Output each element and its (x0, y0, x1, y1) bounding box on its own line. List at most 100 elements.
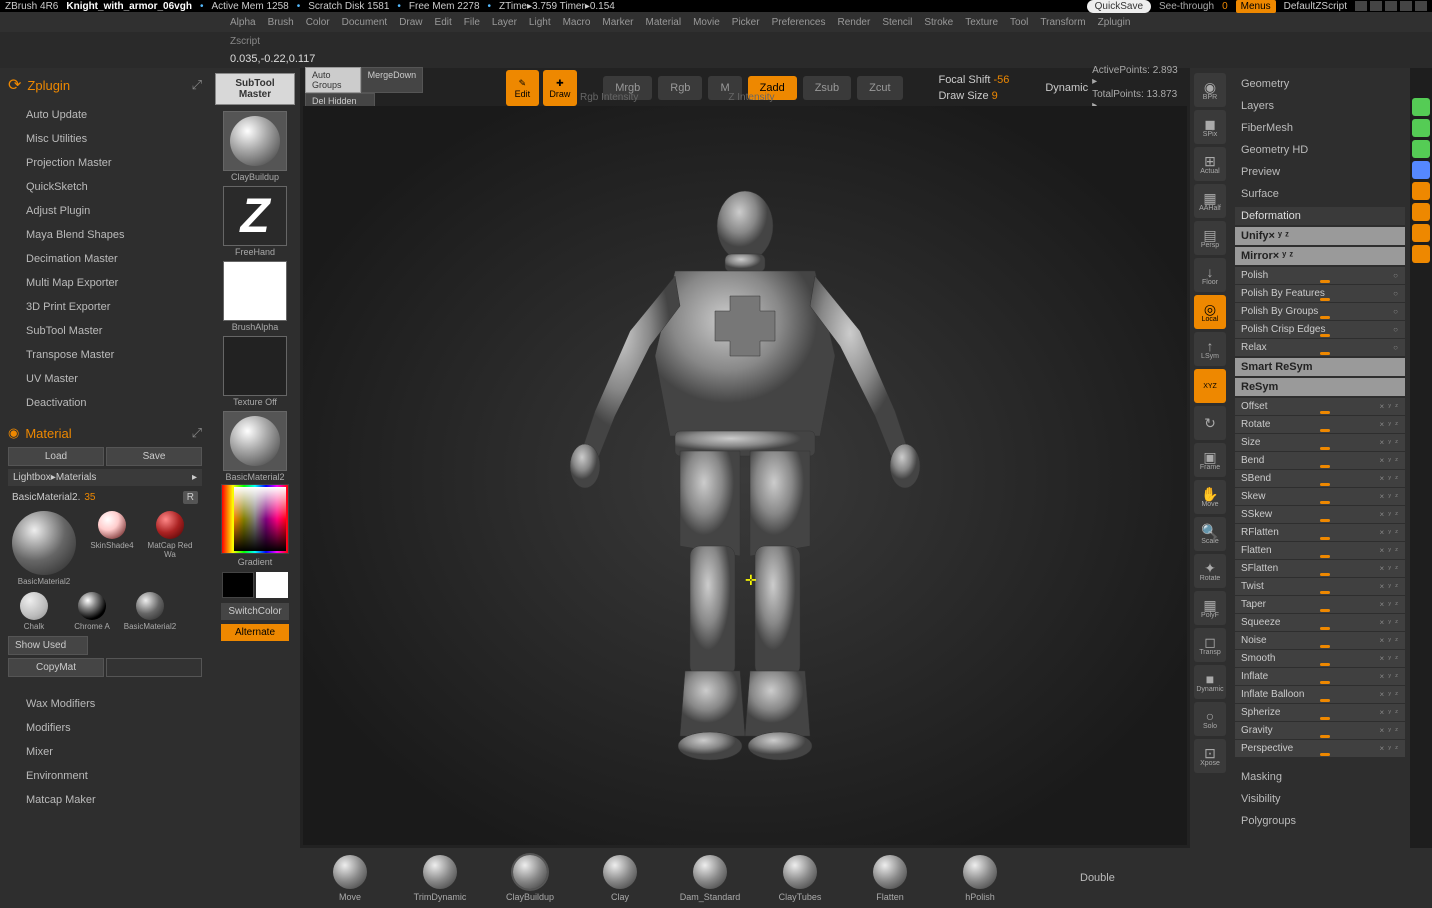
material-sphere[interactable]: BasicMaterial2 (8, 511, 80, 586)
plugin-item[interactable]: Misc Utilities (8, 127, 202, 151)
switch-color-button[interactable]: SwitchColor (221, 603, 289, 620)
plugin-item[interactable]: UV Master (8, 367, 202, 391)
panel-visibility[interactable]: Visibility (1235, 788, 1405, 810)
material-sphere[interactable]: BasicMaterial2 (124, 592, 176, 631)
panel-preview[interactable]: Preview (1235, 161, 1405, 183)
smart-resym-button[interactable]: Smart ReSym (1235, 358, 1405, 376)
view-spix[interactable]: ◼SPix (1194, 110, 1226, 144)
slider-sflatten[interactable]: SFlatten× ʸ ᶻ (1235, 560, 1405, 577)
material-section[interactable]: Matcap Maker (8, 788, 202, 812)
menu-material[interactable]: Material (646, 17, 682, 28)
view-rotate[interactable]: ✦Rotate (1194, 554, 1226, 588)
view-transp[interactable]: ◻Transp (1194, 628, 1226, 662)
view-icon[interactable]: ↻ (1194, 406, 1226, 440)
view-aahalf[interactable]: ▦AAHalf (1194, 184, 1226, 218)
window-controls[interactable] (1355, 1, 1427, 11)
plugin-item[interactable]: Deactivation (8, 391, 202, 415)
copymat-button[interactable]: CopyMat (8, 658, 104, 677)
view-actual[interactable]: ⊞Actual (1194, 147, 1226, 181)
save-button[interactable]: Save (106, 447, 202, 466)
lightbox-materials[interactable]: Lightbox▸Materials▸ (8, 469, 202, 486)
slider-rflatten[interactable]: RFlatten× ʸ ᶻ (1235, 524, 1405, 541)
fr-icon[interactable] (1412, 119, 1430, 137)
view-persp[interactable]: ▤Persp (1194, 221, 1226, 255)
view-bpr[interactable]: ◉BPR (1194, 73, 1226, 107)
slider-skew[interactable]: Skew× ʸ ᶻ (1235, 488, 1405, 505)
slider-squeeze[interactable]: Squeeze× ʸ ᶻ (1235, 614, 1405, 631)
view-lsym[interactable]: ↑LSym (1194, 332, 1226, 366)
fr-icon[interactable] (1412, 224, 1430, 242)
slider-offset[interactable]: Offset× ʸ ᶻ (1235, 398, 1405, 415)
fr-icon[interactable] (1412, 182, 1430, 200)
slider-noise[interactable]: Noise× ʸ ᶻ (1235, 632, 1405, 649)
menu-picker[interactable]: Picker (732, 17, 760, 28)
mergedown-button[interactable]: MergeDown (361, 67, 424, 93)
double-toggle[interactable]: Double (1080, 872, 1115, 884)
fr-icon[interactable] (1412, 161, 1430, 179)
tool-cell[interactable]: ZFreeHand (221, 186, 289, 257)
brush-clay[interactable]: Clay (590, 855, 650, 902)
submenu-zscript[interactable]: Zscript (0, 32, 1432, 50)
menu-file[interactable]: File (464, 17, 480, 28)
slider-spherize[interactable]: Spherize× ʸ ᶻ (1235, 704, 1405, 721)
unify-button[interactable]: Unify× ʸ ᶻ (1235, 227, 1405, 245)
tool-cell[interactable]: BrushAlpha (221, 261, 289, 332)
slider-gravity[interactable]: Gravity× ʸ ᶻ (1235, 722, 1405, 739)
brush-hpolish[interactable]: hPolish (950, 855, 1010, 902)
slider-rotate[interactable]: Rotate× ʸ ᶻ (1235, 416, 1405, 433)
slider-polish-crisp-edges[interactable]: Polish Crisp Edges○ (1235, 321, 1405, 338)
brush-flatten[interactable]: Flatten (860, 855, 920, 902)
panel-masking[interactable]: Masking (1235, 766, 1405, 788)
menu-movie[interactable]: Movie (693, 17, 720, 28)
brush-move[interactable]: Move (320, 855, 380, 902)
material-header[interactable]: Material⤢ (8, 425, 202, 441)
plugin-item[interactable]: Auto Update (8, 103, 202, 127)
brush-claytubes[interactable]: ClayTubes (770, 855, 830, 902)
fr-icon[interactable] (1412, 245, 1430, 263)
load-button[interactable]: Load (8, 447, 104, 466)
resym-button[interactable]: ReSym (1235, 378, 1405, 396)
menu-render[interactable]: Render (838, 17, 871, 28)
menu-alpha[interactable]: Alpha (230, 17, 256, 28)
menu-transform[interactable]: Transform (1040, 17, 1085, 28)
alternate-button[interactable]: Alternate (221, 624, 289, 641)
menu-light[interactable]: Light (529, 17, 551, 28)
menu-draw[interactable]: Draw (399, 17, 422, 28)
menu-tool[interactable]: Tool (1010, 17, 1028, 28)
slider-inflate[interactable]: Inflate× ʸ ᶻ (1235, 668, 1405, 685)
brush-trimdynamic[interactable]: TrimDynamic (410, 855, 470, 902)
menu-stroke[interactable]: Stroke (924, 17, 953, 28)
material-section[interactable]: Mixer (8, 740, 202, 764)
plugin-item[interactable]: 3D Print Exporter (8, 295, 202, 319)
panel-geometry[interactable]: Geometry (1235, 73, 1405, 95)
plugin-item[interactable]: Maya Blend Shapes (8, 223, 202, 247)
menu-zplugin[interactable]: Zplugin (1098, 17, 1131, 28)
menu-edit[interactable]: Edit (435, 17, 452, 28)
view-xyz[interactable]: XYZ (1194, 369, 1226, 403)
plugin-item[interactable]: Projection Master (8, 151, 202, 175)
view-dynamic[interactable]: ■Dynamic (1194, 665, 1226, 699)
plugin-item[interactable]: Adjust Plugin (8, 199, 202, 223)
swatch-white[interactable] (256, 572, 288, 598)
menus-toggle[interactable]: Menus (1236, 0, 1276, 13)
slider-polish-by-groups[interactable]: Polish By Groups○ (1235, 303, 1405, 320)
plugin-item[interactable]: Decimation Master (8, 247, 202, 271)
view-polyf[interactable]: ▦PolyF (1194, 591, 1226, 625)
show-used-button[interactable]: Show Used (8, 636, 88, 655)
brush-claybuildup[interactable]: ClayBuildup (500, 855, 560, 902)
viewport-3d[interactable]: ✛ (303, 106, 1187, 845)
deformation-header[interactable]: Deformation (1235, 207, 1405, 225)
material-sphere[interactable]: Chrome A (66, 592, 118, 631)
menu-macro[interactable]: Macro (563, 17, 591, 28)
menu-brush[interactable]: Brush (268, 17, 294, 28)
plugin-item[interactable]: QuickSketch (8, 175, 202, 199)
fr-icon[interactable] (1412, 98, 1430, 116)
material-sphere[interactable]: MatCap Red Wa (144, 511, 196, 586)
tool-cell[interactable]: ClayBuildup (221, 111, 289, 182)
slider-sskew[interactable]: SSkew× ʸ ᶻ (1235, 506, 1405, 523)
zplugin-header[interactable]: Zplugin⤢ (8, 73, 202, 95)
menu-preferences[interactable]: Preferences (772, 17, 826, 28)
panel-surface[interactable]: Surface (1235, 183, 1405, 205)
slider-perspective[interactable]: Perspective× ʸ ᶻ (1235, 740, 1405, 757)
brush-dam_standard[interactable]: Dam_Standard (680, 855, 740, 902)
